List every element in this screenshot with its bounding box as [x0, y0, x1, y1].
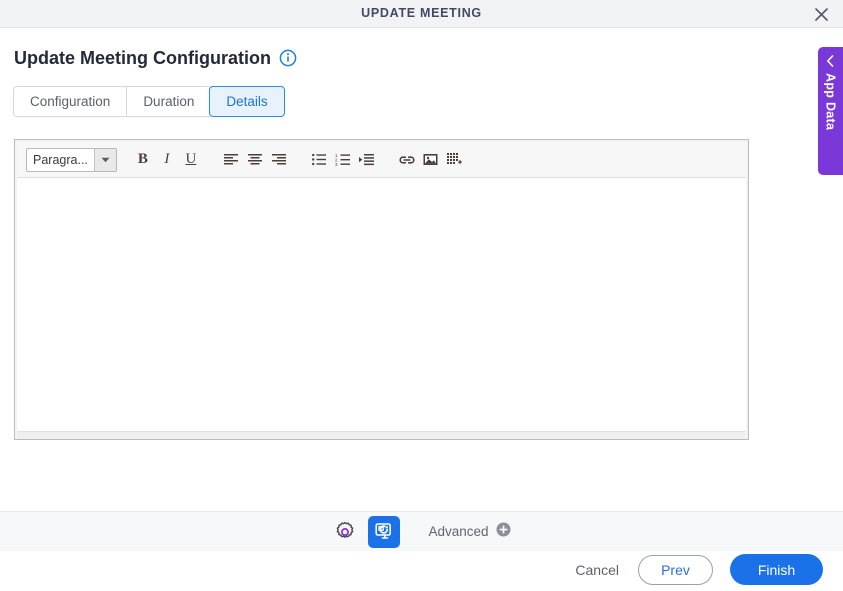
- info-icon[interactable]: [279, 49, 297, 67]
- tab-configuration[interactable]: Configuration: [13, 86, 127, 117]
- indent-button[interactable]: [355, 147, 379, 173]
- chevron-left-icon: [826, 55, 835, 73]
- underline-button[interactable]: U: [179, 147, 203, 173]
- finish-button[interactable]: Finish: [730, 554, 823, 585]
- editor-toolbar: Paragra... B I U 1 2 3: [17, 142, 746, 178]
- editor-status-bar: [17, 432, 746, 439]
- chevron-down-icon[interactable]: [93, 148, 116, 171]
- app-data-label: App Data: [823, 73, 838, 131]
- app-data-panel-tab[interactable]: App Data: [818, 47, 843, 175]
- editor-content-area[interactable]: [17, 178, 746, 432]
- gear-icon[interactable]: [332, 519, 358, 545]
- page-header: Update Meeting Configuration: [14, 47, 297, 69]
- image-icon[interactable]: [419, 147, 443, 173]
- plus-circle-icon[interactable]: [496, 522, 511, 542]
- tab-duration[interactable]: Duration: [126, 86, 211, 117]
- italic-label: I: [164, 151, 170, 167]
- bold-label: B: [137, 151, 148, 167]
- advanced-label: Advanced: [428, 524, 489, 539]
- rich-text-editor: Paragra... B I U 1 2 3: [14, 139, 749, 440]
- advanced-toggle[interactable]: Advanced: [428, 522, 511, 542]
- svg-text:3: 3: [335, 162, 338, 166]
- bullet-list-button[interactable]: [307, 147, 331, 173]
- table-icon[interactable]: [443, 147, 467, 173]
- editor-tools-strip: Advanced: [0, 511, 843, 551]
- numbered-list-button[interactable]: 1 2 3: [331, 147, 355, 173]
- align-left-button[interactable]: [219, 147, 243, 173]
- italic-button[interactable]: I: [155, 147, 179, 173]
- tab-details[interactable]: Details: [209, 86, 285, 117]
- bold-button[interactable]: B: [131, 147, 155, 173]
- window-title: UPDATE MEETING: [361, 6, 482, 20]
- page-title: Update Meeting Configuration: [14, 48, 271, 68]
- dialog-actions: Cancel Prev Finish: [573, 554, 823, 585]
- align-right-button[interactable]: [267, 147, 291, 173]
- prev-button[interactable]: Prev: [638, 554, 713, 585]
- align-center-button[interactable]: [243, 147, 267, 173]
- cancel-button[interactable]: Cancel: [573, 558, 621, 582]
- close-icon[interactable]: [809, 3, 833, 26]
- window-title-bar: UPDATE MEETING: [0, 0, 843, 28]
- underline-label: U: [185, 151, 197, 167]
- link-icon[interactable]: [395, 147, 419, 173]
- screen-refresh-icon[interactable]: [368, 515, 401, 548]
- paragraph-style-value: Paragra...: [33, 152, 88, 167]
- paragraph-style-select[interactable]: Paragra...: [26, 147, 117, 172]
- tab-group: Configuration Duration Details: [13, 86, 285, 117]
